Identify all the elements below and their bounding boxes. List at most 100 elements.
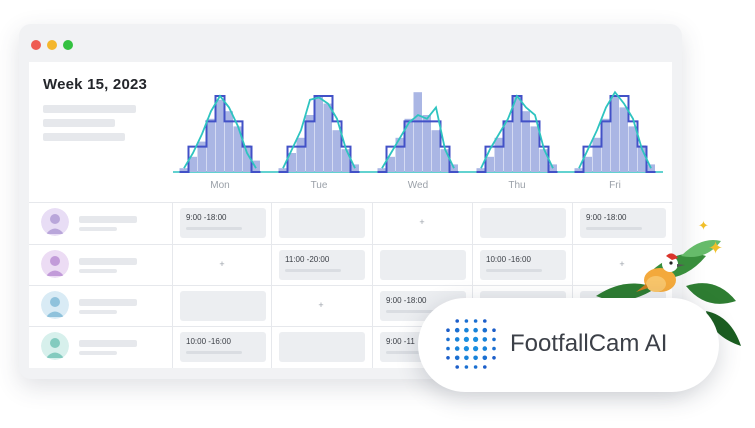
footfall-bar — [314, 96, 323, 172]
logo-dot — [473, 346, 479, 352]
logo-dot — [455, 365, 459, 369]
minimize-window-button[interactable] — [47, 40, 57, 50]
shift-block[interactable]: 10:00 -16:00 — [180, 332, 266, 362]
footfall-bar — [521, 111, 530, 172]
footfall-bar — [422, 115, 431, 172]
footfall-bar — [583, 156, 592, 172]
logo-dot — [464, 327, 469, 333]
day-label: Mon — [210, 180, 230, 191]
logo-dot — [492, 356, 496, 360]
logo-dot — [473, 327, 478, 333]
sparkle-icon: ✦ — [698, 218, 709, 233]
logo-dot — [473, 336, 479, 342]
empty-shift-slot[interactable] — [279, 332, 365, 362]
footfall-bar — [494, 137, 503, 172]
footfall-bar — [413, 92, 422, 172]
employee-name-placeholder — [79, 216, 137, 223]
shift-detail-placeholder — [486, 269, 542, 272]
logo-dot — [464, 355, 469, 361]
footfall-bar — [332, 130, 341, 172]
employee-name-placeholder — [79, 258, 137, 265]
logo-dot — [454, 346, 460, 351]
logo-dot — [483, 319, 487, 323]
grid-line — [29, 244, 672, 245]
logo-dot — [446, 337, 450, 342]
employee-role-placeholder — [79, 269, 117, 273]
empty-shift-slot[interactable] — [480, 208, 566, 238]
shift-time: 9:00 -18:00 — [186, 213, 227, 222]
employee-avatar[interactable] — [41, 208, 69, 236]
employee-role-placeholder — [79, 310, 117, 314]
grid-line — [29, 202, 672, 203]
footfall-bar — [224, 111, 233, 172]
logo-dot — [454, 327, 460, 333]
maximize-window-button[interactable] — [63, 40, 73, 50]
add-shift-button[interactable]: + — [217, 259, 227, 269]
employee-name-placeholder — [79, 340, 137, 347]
footfall-bar — [305, 115, 314, 172]
logo-dot — [482, 327, 488, 333]
shift-detail-placeholder — [186, 227, 242, 230]
logo-dot — [482, 337, 488, 342]
empty-shift-slot[interactable] — [380, 250, 466, 280]
logo-dot — [473, 355, 478, 361]
logo-dot — [464, 365, 469, 369]
shift-time: 11:00 -20:00 — [285, 255, 330, 264]
day-label: Thu — [508, 180, 526, 191]
logo-dot — [446, 346, 450, 351]
shift-detail-placeholder — [285, 269, 341, 272]
logo-dot — [492, 328, 496, 332]
footfall-bar — [296, 137, 305, 172]
footfallcam-logo-icon — [446, 319, 496, 369]
day-label: Tue — [310, 180, 328, 191]
footfall-bar — [601, 118, 610, 172]
logo-dot — [492, 337, 496, 342]
logo-dot — [473, 365, 478, 369]
logo-dot — [463, 346, 469, 352]
footfall-bar — [530, 126, 539, 172]
empty-shift-slot[interactable] — [180, 291, 266, 321]
shift-block[interactable]: 9:00 -18:00 — [180, 208, 266, 238]
summary-placeholder — [43, 119, 115, 127]
footfall-bar — [341, 149, 350, 172]
employee-name-placeholder — [79, 299, 137, 306]
shift-detail-placeholder — [186, 351, 242, 354]
footfall-bar — [215, 99, 224, 172]
shift-time: 9:00 -11 — [386, 337, 415, 346]
summary-placeholder — [43, 133, 125, 141]
footfall-bar — [592, 137, 601, 172]
logo-dot — [446, 356, 450, 360]
brand-name: FootfallCam AI — [510, 330, 668, 357]
shift-block[interactable]: 11:00 -20:00 — [279, 250, 365, 280]
add-shift-button[interactable]: + — [316, 300, 326, 310]
logo-dot — [464, 319, 469, 323]
footfall-chart — [173, 90, 663, 173]
grid-line — [172, 202, 173, 368]
footfall-bar — [206, 118, 215, 172]
shift-time: 10:00 -16:00 — [486, 255, 531, 264]
footfall-bar — [512, 96, 521, 172]
logo-dot — [463, 336, 469, 342]
footfall-bar — [628, 126, 637, 172]
day-label: Fri — [609, 180, 621, 191]
employee-avatar[interactable] — [41, 291, 69, 319]
shift-block[interactable]: 10:00 -16:00 — [480, 250, 566, 280]
footfall-bar — [431, 130, 440, 172]
employee-role-placeholder — [79, 351, 117, 355]
employee-avatar[interactable] — [41, 250, 69, 278]
add-shift-button[interactable]: + — [417, 217, 427, 227]
logo-dot — [455, 319, 459, 323]
footfall-bar — [323, 103, 332, 172]
empty-shift-slot[interactable] — [279, 208, 365, 238]
logo-dot — [454, 355, 460, 361]
employee-avatar[interactable] — [41, 332, 69, 360]
sparkle-icon: ✦ — [708, 238, 724, 258]
footfall-bar — [619, 107, 628, 172]
grid-line — [372, 202, 373, 368]
close-window-button[interactable] — [31, 40, 41, 50]
footfall-bar — [485, 156, 494, 172]
grid-line — [29, 285, 672, 286]
week-title: Week 15, 2023 — [43, 76, 148, 93]
logo-dot — [454, 337, 460, 342]
summary-placeholder — [43, 105, 136, 113]
